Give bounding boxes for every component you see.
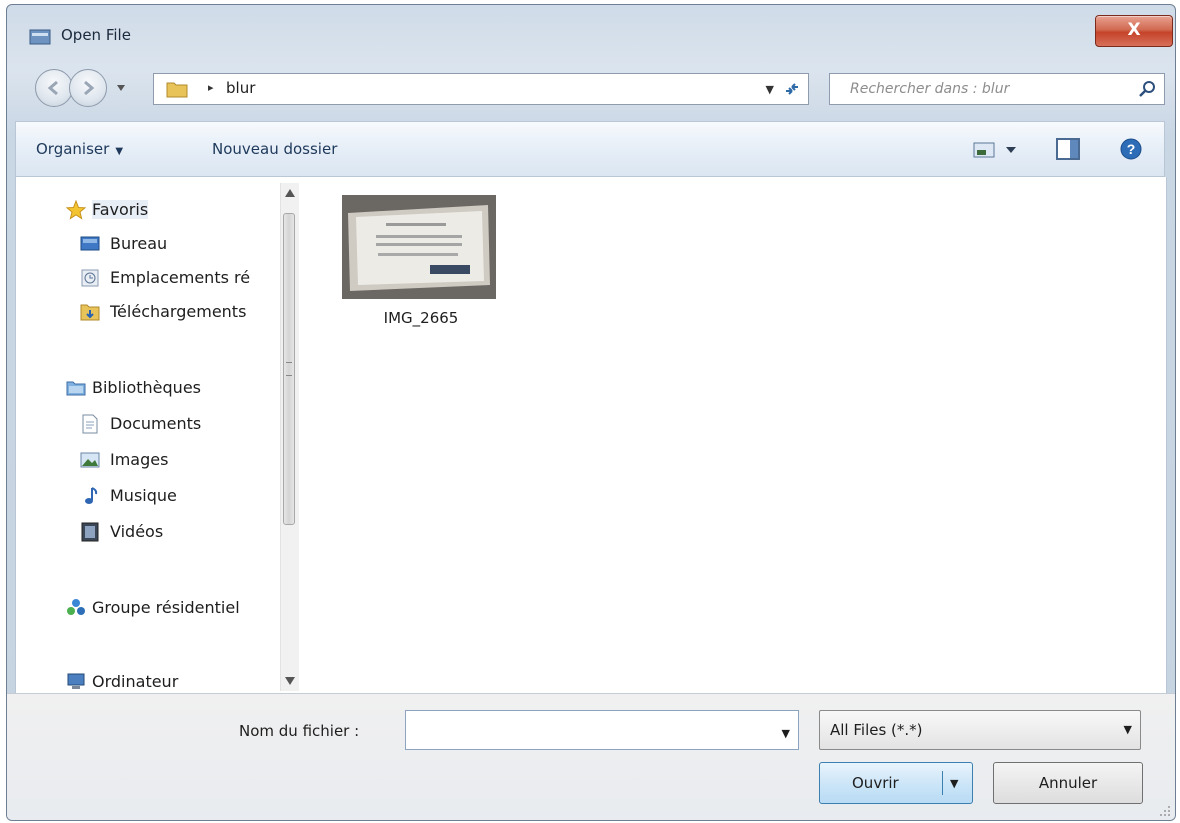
organize-button[interactable]: Organiser ▼ bbox=[36, 140, 123, 158]
document-icon bbox=[82, 414, 98, 434]
music-icon bbox=[85, 487, 98, 504]
sidebar-item-label: Ordinateur bbox=[92, 672, 179, 691]
sidebar-item-emplacements[interactable]: Emplacements ré bbox=[16, 263, 281, 293]
search-icon[interactable] bbox=[1138, 80, 1156, 98]
sidebar-item-label: Groupe résidentiel bbox=[92, 598, 240, 617]
content-area: Favoris Bureau Emplacements ré Télécharg… bbox=[15, 177, 1167, 693]
organize-label: Organiser bbox=[36, 140, 110, 158]
preview-pane-icon[interactable] bbox=[1056, 138, 1080, 160]
split-divider bbox=[942, 771, 943, 795]
forward-button[interactable] bbox=[69, 69, 107, 107]
scroll-up-arrow-icon[interactable] bbox=[285, 189, 295, 197]
sidebar-item-bibliotheques[interactable]: Bibliothèques bbox=[16, 373, 281, 403]
file-item[interactable]: IMG_2665 bbox=[336, 193, 498, 343]
sidebar-item-bureau[interactable]: Bureau bbox=[16, 229, 281, 259]
computer-icon bbox=[67, 673, 85, 689]
new-folder-button[interactable]: Nouveau dossier bbox=[212, 140, 337, 158]
cancel-button[interactable]: Annuler bbox=[993, 762, 1143, 804]
close-button[interactable]: X bbox=[1095, 15, 1173, 47]
title-bar: Open File X bbox=[7, 5, 1175, 63]
filetype-dropdown-icon: ▼ bbox=[1123, 723, 1132, 736]
file-name: IMG_2665 bbox=[383, 309, 459, 327]
refresh-icon[interactable] bbox=[782, 79, 802, 99]
file-list: IMG_2665 bbox=[300, 177, 1166, 693]
open-file-dialog: Open File X ▸ blur ▼ Rechercher dans : b… bbox=[6, 4, 1176, 821]
sidebar-item-videos[interactable]: Vidéos bbox=[16, 517, 281, 547]
open-button-label: Ouvrir bbox=[852, 774, 899, 792]
desktop-icon bbox=[80, 236, 100, 251]
breadcrumb-folder[interactable]: blur bbox=[226, 79, 255, 97]
sidebar-item-label: Bureau bbox=[110, 234, 168, 253]
scrollbar-thumb[interactable] bbox=[283, 213, 295, 525]
sidebar-item-label: Bibliothèques bbox=[92, 378, 201, 397]
scroll-down-arrow-icon[interactable] bbox=[285, 677, 295, 685]
recent-pages-chevron-icon[interactable] bbox=[117, 85, 125, 91]
sidebar-item-musique[interactable]: Musique bbox=[16, 481, 281, 511]
back-button[interactable] bbox=[35, 69, 73, 107]
filename-dropdown-icon[interactable]: ▼ bbox=[782, 727, 790, 740]
filetype-select[interactable]: All Files (*.*) ▼ bbox=[819, 710, 1141, 750]
chevron-down-icon: ▼ bbox=[115, 146, 124, 157]
open-button[interactable]: Ouvrir ▼ bbox=[819, 762, 973, 804]
libraries-icon bbox=[66, 381, 86, 396]
star-icon bbox=[66, 200, 86, 220]
navigation-pane: Favoris Bureau Emplacements ré Télécharg… bbox=[16, 177, 300, 693]
sidebar-item-favoris[interactable]: Favoris bbox=[16, 195, 281, 225]
downloads-icon bbox=[80, 304, 100, 321]
sidebar-item-label: Musique bbox=[110, 486, 177, 505]
video-icon bbox=[81, 522, 99, 542]
resize-grip-icon[interactable] bbox=[1159, 805, 1171, 817]
open-file-icon bbox=[29, 29, 51, 45]
search-input[interactable]: Rechercher dans : blur bbox=[829, 73, 1165, 105]
breadcrumb-separator-icon[interactable]: ▸ bbox=[208, 81, 214, 94]
sidebar-scrollbar[interactable] bbox=[280, 183, 299, 691]
sidebar-item-label: Vidéos bbox=[110, 522, 164, 541]
address-dropdown-icon[interactable]: ▼ bbox=[766, 83, 774, 96]
file-thumbnail bbox=[342, 195, 496, 299]
filetype-value: All Files (*.*) bbox=[830, 721, 923, 739]
sidebar-item-documents[interactable]: Documents bbox=[16, 409, 281, 439]
back-arrow-icon bbox=[47, 80, 58, 96]
sidebar-item-groupe-residentiel[interactable]: Groupe résidentiel bbox=[16, 593, 281, 623]
recent-places-icon bbox=[81, 269, 99, 287]
sidebar-item-label: Documents bbox=[110, 414, 202, 433]
sidebar-item-label: Téléchargements bbox=[110, 302, 247, 321]
forward-arrow-icon bbox=[84, 80, 95, 96]
sidebar-item-telechargements[interactable]: Téléchargements bbox=[16, 297, 281, 327]
window-title: Open File bbox=[61, 26, 131, 44]
sidebar-item-label: Emplacements ré bbox=[110, 268, 251, 287]
search-placeholder: Rechercher dans : blur bbox=[850, 81, 1010, 97]
sidebar-item-images[interactable]: Images bbox=[16, 445, 281, 475]
open-options-dropdown-icon[interactable]: ▼ bbox=[950, 777, 958, 790]
filename-label: Nom du fichier : bbox=[239, 722, 360, 740]
dialog-footer: Nom du fichier : ▼ All Files (*.*) ▼ Ouv… bbox=[7, 693, 1175, 820]
sidebar-item-label: Images bbox=[110, 450, 169, 469]
address-bar[interactable]: ▸ blur ▼ bbox=[153, 73, 809, 105]
scrollbar-grip bbox=[286, 362, 292, 376]
homegroup-icon bbox=[67, 599, 85, 615]
help-icon[interactable]: ? bbox=[1120, 138, 1142, 160]
images-icon bbox=[80, 452, 100, 468]
folder-icon bbox=[166, 82, 188, 98]
photo-thumbnail-image bbox=[342, 195, 496, 299]
change-view-icon[interactable] bbox=[972, 140, 1020, 160]
sidebar-item-label: Favoris bbox=[92, 200, 149, 219]
svg-text:?: ? bbox=[1127, 141, 1136, 157]
filename-input[interactable]: ▼ bbox=[405, 710, 799, 750]
command-toolbar: Organiser ▼ Nouveau dossier ? bbox=[15, 121, 1165, 177]
